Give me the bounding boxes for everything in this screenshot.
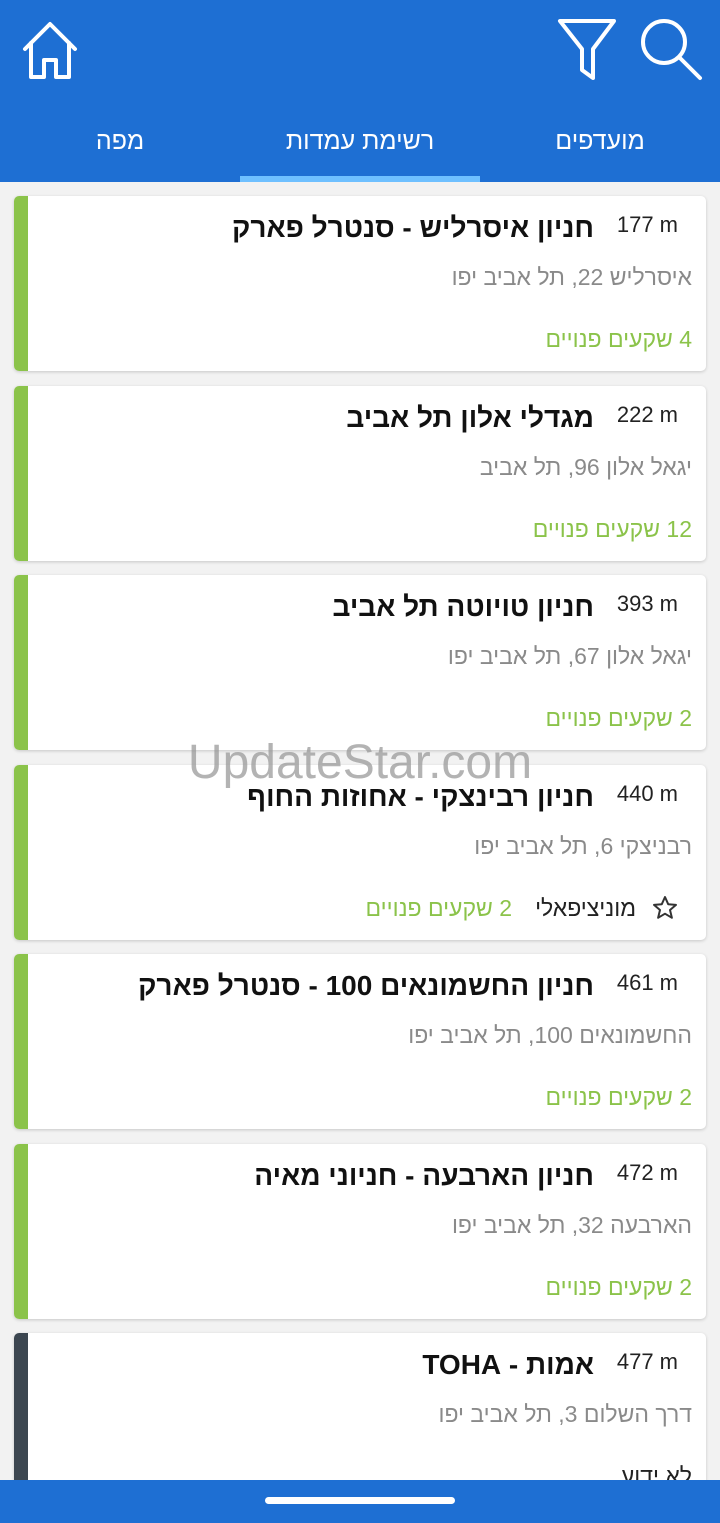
stations-list[interactable]: 177 m חניון איסרליש - סנטרל פארק איסרליש… bbox=[0, 182, 720, 1480]
station-card[interactable]: 477 m אמות - TOHA דרך השלום 3, תל אביב י… bbox=[14, 1333, 706, 1480]
station-name: חניון רבינצקי - אחוזות החוף bbox=[247, 781, 594, 812]
available-spots: 4 שקעים פנויים bbox=[545, 326, 692, 352]
home-icon bbox=[23, 22, 77, 79]
station-address: יגאל אלון 96, תל אביב bbox=[479, 454, 692, 480]
station-card[interactable]: 393 m חניון טויוטה תל אביב יגאל אלון 67,… bbox=[14, 575, 706, 750]
station-address: איסרליש 22, תל אביב יפו bbox=[451, 264, 692, 290]
station-card[interactable]: 461 m חניון החשמונאים 100 - סנטרל פארק ה… bbox=[14, 954, 706, 1129]
tab-favorites[interactable]: מועדפים bbox=[480, 100, 720, 182]
available-spots: 2 שקעים פנויים bbox=[545, 1274, 692, 1300]
station-address: החשמונאים 100, תל אביב יפו bbox=[408, 1022, 692, 1048]
available-spots: 12 שקעים פנויים bbox=[532, 516, 692, 542]
distance-label: 477 m bbox=[616, 1349, 678, 1374]
distance-label: 472 m bbox=[616, 1160, 678, 1185]
status-bar bbox=[14, 1144, 28, 1319]
distance-label: 393 m bbox=[616, 591, 678, 616]
search-icon bbox=[641, 19, 702, 80]
favorite-button[interactable] bbox=[652, 895, 678, 921]
station-card[interactable]: 472 m חניון הארבעה - חניוני מאיה הארבעה … bbox=[14, 1144, 706, 1319]
status-bar bbox=[14, 765, 28, 940]
status-bar bbox=[14, 1333, 28, 1480]
distance-label: 222 m bbox=[616, 402, 678, 427]
filter-icon bbox=[558, 19, 616, 80]
home-indicator[interactable] bbox=[265, 1497, 455, 1504]
distance-label: 177 m bbox=[616, 212, 678, 237]
tab-stations-list[interactable]: רשימת עמדות bbox=[240, 100, 480, 182]
distance-label: 440 m bbox=[616, 781, 678, 806]
available-spots: 2 שקעים פנויים bbox=[545, 1084, 692, 1110]
station-name: מגדלי אלון תל אביב bbox=[346, 402, 594, 433]
status-bar bbox=[14, 386, 28, 561]
availability-status: לא ידוע bbox=[620, 1463, 692, 1480]
home-button[interactable] bbox=[20, 18, 80, 82]
station-name: חניון הארבעה - חניוני מאיה bbox=[254, 1160, 594, 1191]
station-card[interactable]: 177 m חניון איסרליש - סנטרל פארק איסרליש… bbox=[14, 196, 706, 371]
star-outline-icon bbox=[653, 896, 677, 919]
station-address: הארבעה 32, תל אביב יפו bbox=[451, 1212, 692, 1238]
status-bar bbox=[14, 954, 28, 1129]
status-bar bbox=[14, 196, 28, 371]
station-name: חניון החשמונאים 100 - סנטרל פארק bbox=[138, 970, 594, 1001]
search-button[interactable] bbox=[638, 16, 704, 82]
station-name: חניון איסרליש - סנטרל פארק bbox=[232, 212, 594, 243]
station-card[interactable]: 222 m מגדלי אלון תל אביב יגאל אלון 96, ת… bbox=[14, 386, 706, 561]
available-spots: 2 שקעים פנויים bbox=[365, 895, 512, 921]
status-bar bbox=[14, 575, 28, 750]
station-address: יגאל אלון 67, תל אביב יפו bbox=[447, 643, 692, 669]
operator-label: מוניציפאלי bbox=[535, 895, 636, 921]
distance-label: 461 m bbox=[616, 970, 678, 995]
station-address: רבניצקי 6, תל אביב יפו bbox=[474, 833, 692, 859]
app-header: מפה רשימת עמדות מועדפים bbox=[0, 0, 720, 182]
tab-map[interactable]: מפה bbox=[0, 100, 240, 182]
station-name: אמות - TOHA bbox=[422, 1349, 594, 1380]
available-spots: 2 שקעים פנויים bbox=[545, 705, 692, 731]
filter-button[interactable] bbox=[556, 16, 618, 82]
station-name: חניון טויוטה תל אביב bbox=[332, 591, 594, 622]
station-card[interactable]: 440 m חניון רבינצקי - אחוזות החוף רבניצק… bbox=[14, 765, 706, 940]
station-address: דרך השלום 3, תל אביב יפו bbox=[438, 1401, 692, 1427]
